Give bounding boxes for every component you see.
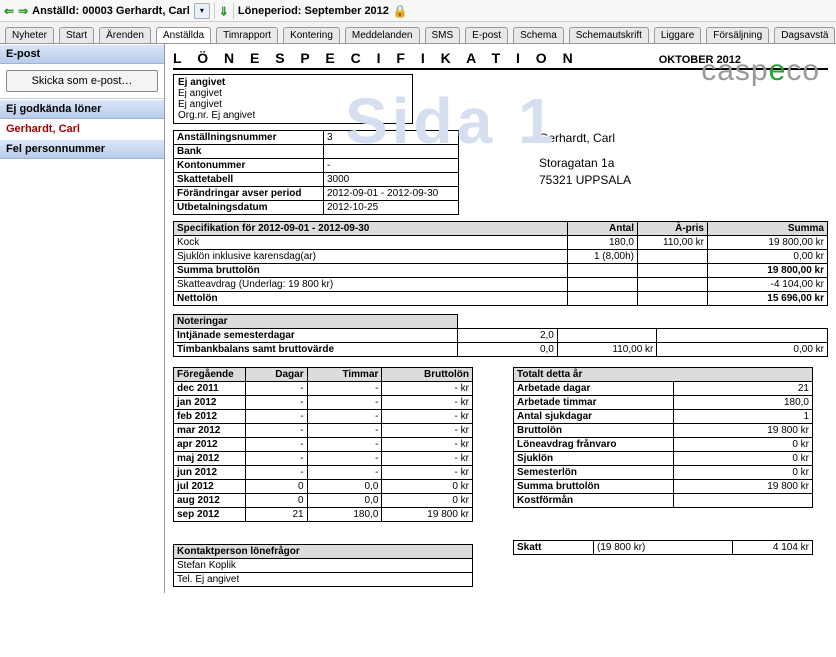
- table-row: mar 2012--- kr: [174, 424, 473, 438]
- period-label: Löneperiod: September 2012: [238, 5, 389, 17]
- table-row: Arbetade dagar21: [514, 382, 813, 396]
- table-row: Skattetabell3000: [174, 173, 459, 187]
- tab-bar: Nyheter Start Ärenden Anställda Timrappo…: [0, 22, 836, 44]
- tab-arenden[interactable]: Ärenden: [99, 27, 151, 43]
- table-row: feb 2012--- kr: [174, 410, 473, 424]
- send-email-button[interactable]: Skicka som e-post…: [6, 70, 158, 92]
- tab-timrapport[interactable]: Timrapport: [216, 27, 278, 43]
- table-row: Anställningsnummer3: [174, 131, 459, 145]
- tab-forsaljning[interactable]: Försäljning: [706, 27, 769, 43]
- table-row: Tel. Ej angivet: [174, 573, 473, 587]
- caspeco-logo: caspeco: [701, 54, 820, 88]
- table-row: Sjuklön inklusive karensdag(ar)1 (8,00h)…: [174, 250, 828, 264]
- tax-table: Skatt(19 800 kr)4 104 kr: [513, 540, 813, 555]
- sidebar-felpers-header: Fel personnummer: [0, 139, 164, 159]
- table-row: Sjuklön0 kr: [514, 452, 813, 466]
- employee-addr1: Storagatan 1a: [539, 155, 631, 172]
- lock-icon: 🔒: [393, 4, 408, 18]
- tab-schema[interactable]: Schema: [513, 27, 564, 43]
- tab-liggare[interactable]: Liggare: [654, 27, 701, 43]
- sidebar: E-post Skicka som e-post… Ej godkända lö…: [0, 44, 165, 593]
- tab-anstallda[interactable]: Anställda: [156, 27, 211, 43]
- company-line4: Org.nr. Ej angivet: [178, 110, 408, 121]
- next-arrow-icon[interactable]: ⇒: [18, 4, 28, 18]
- sidebar-epost-header: E-post: [0, 44, 164, 64]
- company-line1: Ej angivet: [178, 77, 408, 88]
- table-row: Bruttolön19 800 kr: [514, 424, 813, 438]
- table-row: apr 2012--- kr: [174, 438, 473, 452]
- table-row: Stefan Koplik: [174, 559, 473, 573]
- table-row: Timbankbalans samt bruttovärde0,0110,00 …: [174, 343, 828, 357]
- table-row: Kontonummer-: [174, 159, 459, 173]
- specification-table: Specifikation för 2012-09-01 - 2012-09-3…: [173, 221, 828, 306]
- contact-table: Kontaktperson lönefrågor Stefan Koplik T…: [173, 544, 473, 587]
- table-row: Löneavdrag frånvaro0 kr: [514, 438, 813, 452]
- table-row: Summa bruttolön19 800,00 kr: [174, 264, 828, 278]
- company-box: Ej angivet Ej angivet Ej angivet Org.nr.…: [173, 74, 413, 124]
- company-line2: Ej angivet: [178, 88, 408, 99]
- tab-schemautskrift[interactable]: Schemautskrift: [569, 27, 649, 43]
- table-row: Antal sjukdagar1: [514, 410, 813, 424]
- table-row: Skatteavdrag (Underlag: 19 800 kr)-4 104…: [174, 278, 828, 292]
- prev-arrow-icon[interactable]: ⇐: [4, 4, 14, 18]
- table-row: Utbetalningsdatum2012-10-25: [174, 201, 459, 215]
- tab-sms[interactable]: SMS: [425, 27, 461, 43]
- toolbar: ⇐ ⇒ Anställd: 00003 Gerhardt, Carl ▾ ⇒ L…: [0, 0, 836, 22]
- employee-label: Anställd: 00003 Gerhardt, Carl: [32, 5, 190, 17]
- table-row: dec 2011--- kr: [174, 382, 473, 396]
- down-arrow-icon[interactable]: ⇒: [217, 5, 231, 15]
- employee-dropdown-button[interactable]: ▾: [194, 3, 210, 19]
- table-row: jan 2012--- kr: [174, 396, 473, 410]
- tab-meddelanden[interactable]: Meddelanden: [345, 27, 420, 43]
- table-row: aug 201200,00 kr: [174, 494, 473, 508]
- tab-epost[interactable]: E-post: [465, 27, 508, 43]
- table-row: maj 2012--- kr: [174, 452, 473, 466]
- notes-table: Noteringar Intjänade semesterdagar2,0 Ti…: [173, 314, 828, 357]
- doc-title: L Ö N E S P E C I F I K A T I O N: [173, 50, 579, 66]
- table-row: Semesterlön0 kr: [514, 466, 813, 480]
- table-row: Intjänade semesterdagar2,0: [174, 329, 828, 343]
- separator: [233, 3, 234, 19]
- sidebar-ejgodk-header: Ej godkända löner: [0, 99, 164, 119]
- previous-months-table: FöregåendeDagarTimmarBruttolön dec 2011-…: [173, 367, 473, 522]
- table-row: Summa bruttolön19 800 kr: [514, 480, 813, 494]
- company-line3: Ej angivet: [178, 99, 408, 110]
- table-row: Förändringar avser period2012-09-01 - 20…: [174, 187, 459, 201]
- table-row: jun 2012--- kr: [174, 466, 473, 480]
- table-row: Skatt(19 800 kr)4 104 kr: [514, 541, 813, 555]
- tab-kontering[interactable]: Kontering: [283, 27, 340, 43]
- table-row: jul 201200,00 kr: [174, 480, 473, 494]
- separator: [214, 3, 215, 19]
- employee-addr2: 75321 UPPSALA: [539, 172, 631, 189]
- spec-header: Specifikation för 2012-09-01 - 2012-09-3…: [174, 222, 568, 236]
- table-row: Kock180,0110,00 kr19 800,00 kr: [174, 236, 828, 250]
- tab-nyheter[interactable]: Nyheter: [5, 27, 54, 43]
- sidebar-employee-link[interactable]: Gerhardt, Carl: [0, 119, 164, 139]
- payslip-document: Sida 1 caspeco L Ö N E S P E C I F I K A…: [165, 44, 836, 593]
- table-row: Arbetade timmar180,0: [514, 396, 813, 410]
- tab-start[interactable]: Start: [59, 27, 94, 43]
- table-row: Nettolön15 696,00 kr: [174, 292, 828, 306]
- table-row: sep 201221180,019 800 kr: [174, 508, 473, 522]
- year-total-table: Totalt detta år Arbetade dagar21 Arbetad…: [513, 367, 813, 508]
- table-row: Bank: [174, 145, 459, 159]
- employee-info-table: Anställningsnummer3 Bank Kontonummer- Sk…: [173, 130, 459, 215]
- table-row: Kostförmån: [514, 494, 813, 508]
- tab-dagsavst[interactable]: Dagsavstä: [774, 27, 835, 43]
- employee-name: Gerhardt, Carl: [539, 130, 631, 147]
